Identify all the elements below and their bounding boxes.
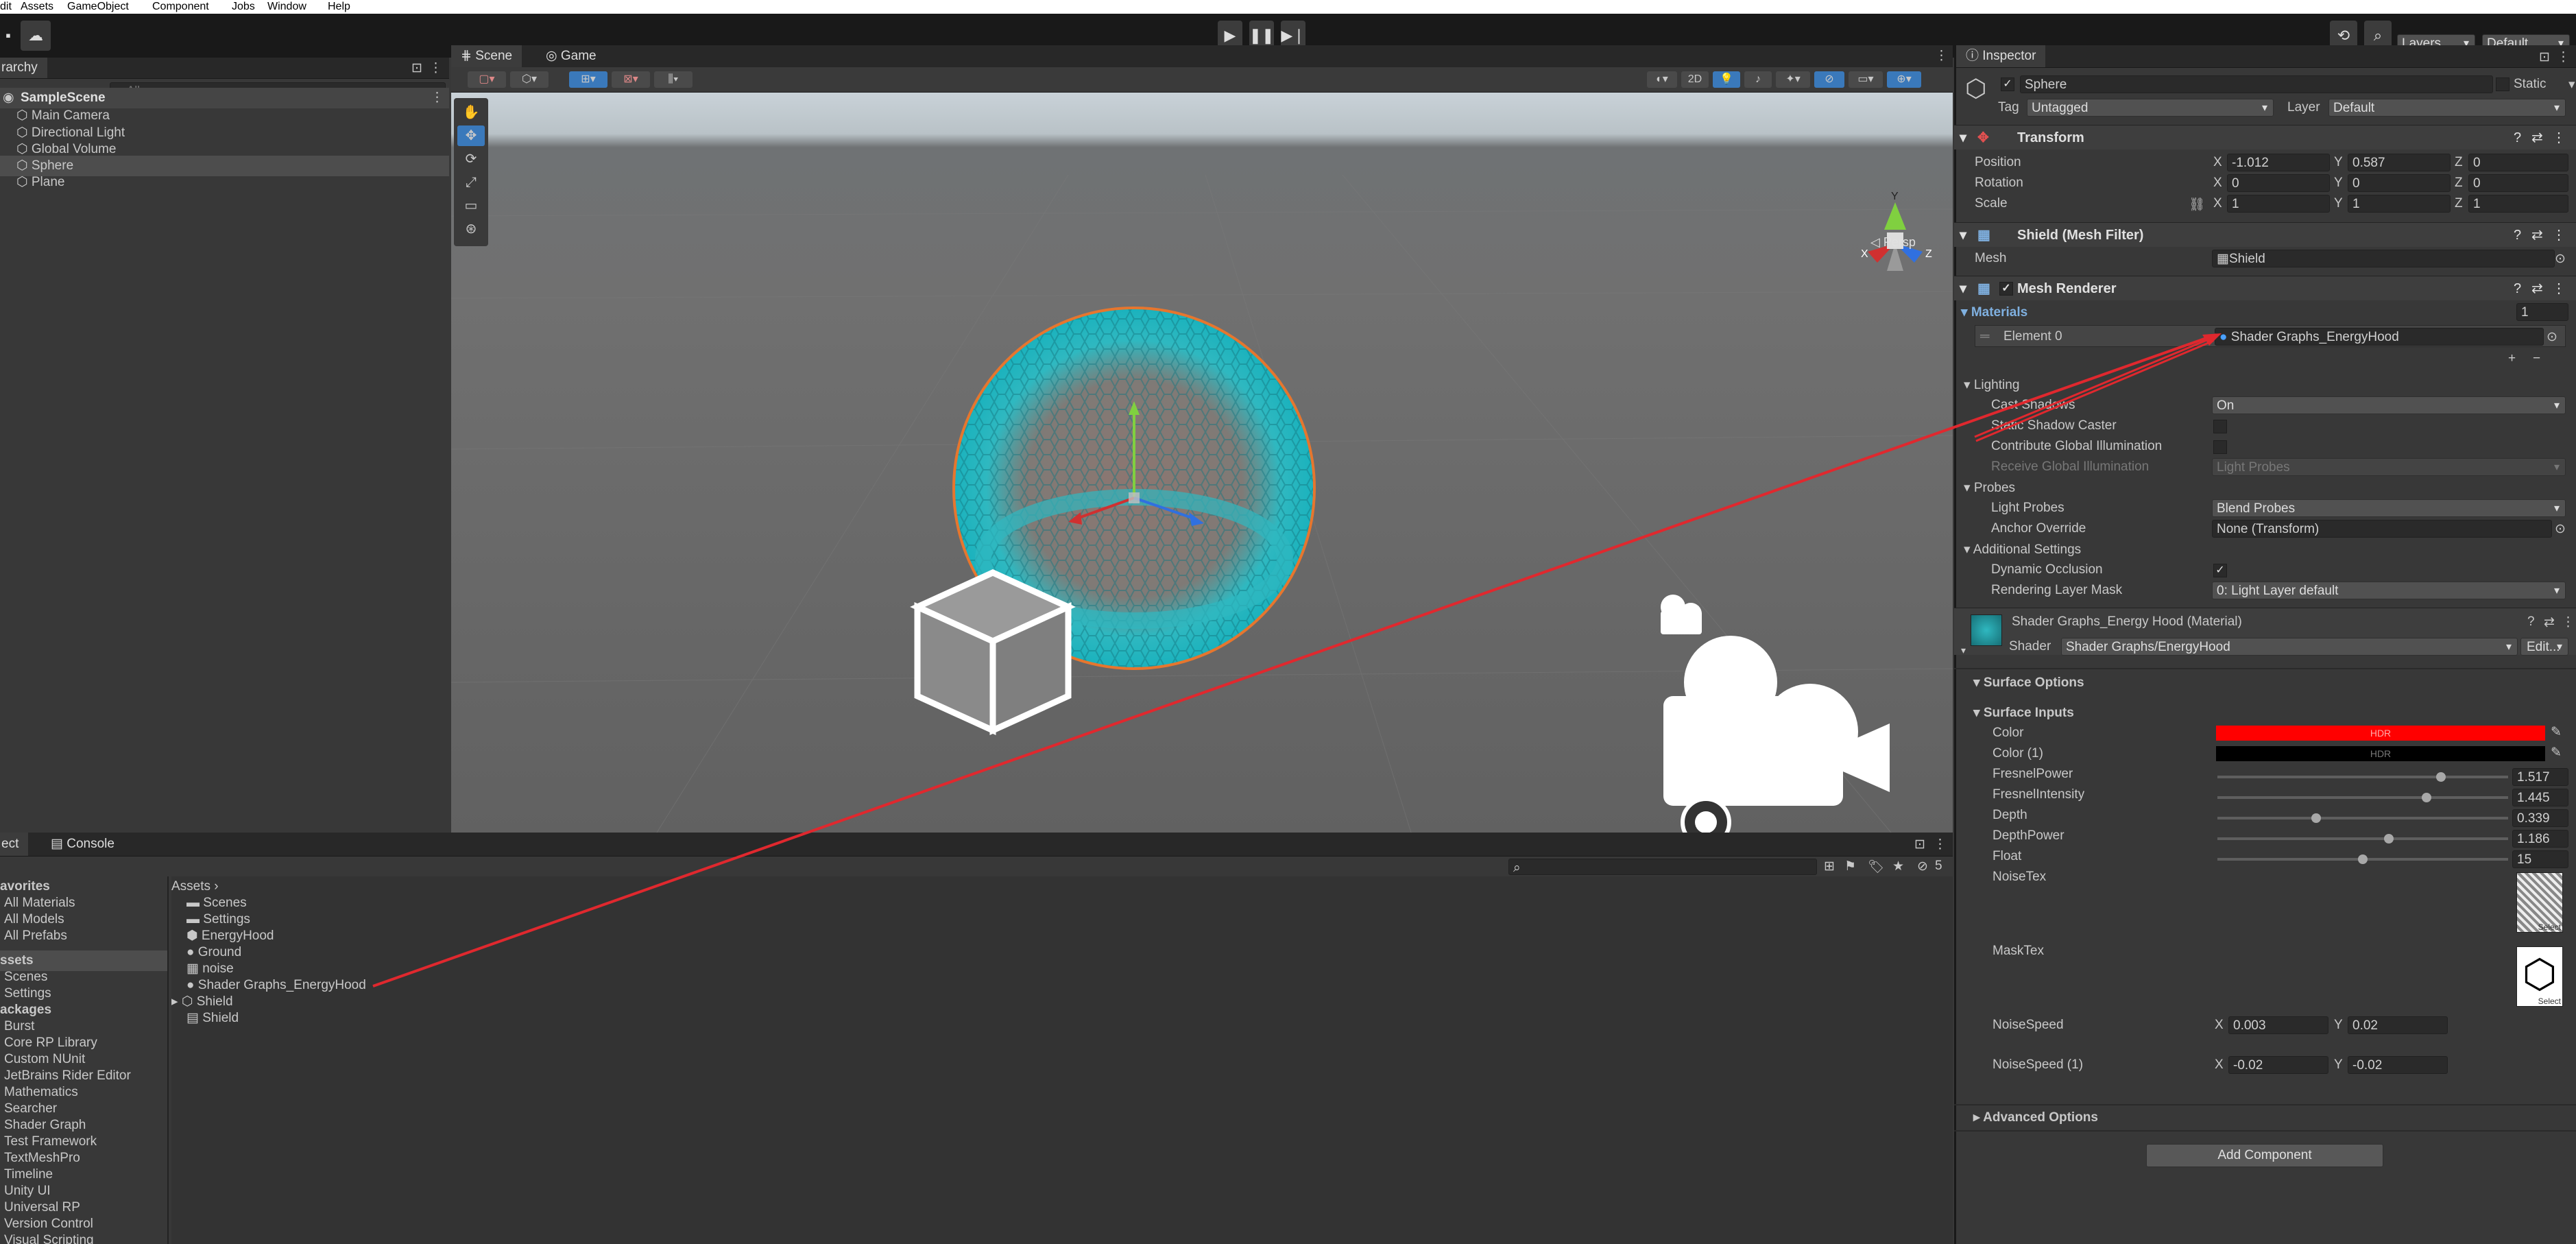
annotation-arrows — [372, 333, 2222, 988]
